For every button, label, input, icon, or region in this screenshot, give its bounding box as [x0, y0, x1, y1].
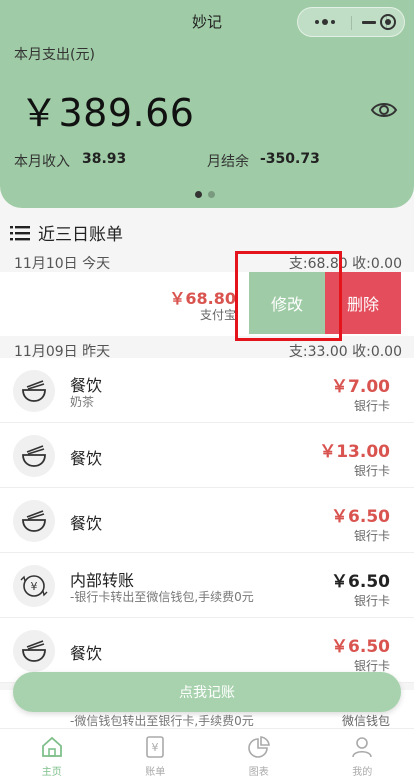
- eye-icon[interactable]: [370, 96, 398, 124]
- item-amount: ￥7.00: [331, 372, 390, 397]
- transfer-icon: ¥: [13, 565, 55, 607]
- bill-icon: ¥: [143, 735, 167, 759]
- item-note: -微信钱包转出至银行卡,手续费0元: [70, 712, 254, 729]
- svg-text:¥: ¥: [31, 580, 38, 593]
- item-account: 银行卡: [354, 592, 390, 609]
- page-indicator: [195, 191, 215, 198]
- tab-bills[interactable]: ¥ 账单: [104, 729, 208, 781]
- item-amount: ￥6.50: [331, 632, 390, 657]
- list-item[interactable]: 餐饮 ￥6.50 银行卡: [0, 488, 414, 553]
- svg-text:¥: ¥: [152, 741, 159, 754]
- income-label: 本月收入: [14, 151, 70, 171]
- bowl-icon: [13, 500, 55, 542]
- tab-charts[interactable]: 图表: [207, 729, 311, 781]
- month-expense-amount: ￥389.66: [20, 82, 194, 137]
- income-value: 38.93: [82, 151, 126, 167]
- balance-label: 月结余: [207, 151, 249, 171]
- item-title: 餐饮: [70, 445, 102, 469]
- summary-header: 妙记 本月支出(元) ￥389.66 本月收入 38.93 月结余 -350.7…: [0, 0, 414, 208]
- item-note: 奶茶: [70, 393, 94, 410]
- item-title: 餐饮: [70, 510, 102, 534]
- item-account: 银行卡: [354, 462, 390, 479]
- tab-home[interactable]: 主页: [0, 729, 104, 781]
- tab-label: 图表: [207, 763, 311, 778]
- tab-profile[interactable]: 我的: [311, 729, 414, 781]
- bowl-icon: [13, 630, 55, 672]
- item-account: 银行卡: [354, 397, 390, 414]
- section-title: 近三日账单: [38, 220, 123, 245]
- tab-bar: 主页 ¥ 账单 图表 我的: [0, 728, 414, 781]
- more-icon[interactable]: [310, 8, 340, 36]
- user-icon: [350, 735, 374, 759]
- transaction-list: 餐饮 奶茶 ￥7.00 银行卡 餐饮 ￥13.00 银行卡 餐饮 ￥6.50 银…: [0, 358, 414, 683]
- item-amount: ￥13.00: [319, 437, 390, 462]
- list-item[interactable]: ¥ 内部转账 -银行卡转出至微信钱包,手续费0元 ￥6.50 银行卡: [0, 553, 414, 618]
- bowl-icon: [13, 435, 55, 477]
- tab-label: 账单: [104, 763, 208, 778]
- item-account: 银行卡: [354, 527, 390, 544]
- list-item[interactable]: 餐饮 ￥13.00 银行卡: [0, 423, 414, 488]
- chart-icon: [247, 735, 271, 759]
- item-note: -银行卡转出至微信钱包,手续费0元: [70, 588, 254, 605]
- section-header: 近三日账单: [10, 220, 123, 245]
- record-button[interactable]: 点我记账: [13, 672, 401, 712]
- bowl-icon: [13, 370, 55, 412]
- minimize-icon[interactable]: [358, 8, 380, 36]
- day-date: 11月10日 今天: [14, 253, 110, 273]
- close-target-icon[interactable]: [380, 14, 396, 30]
- home-icon: [40, 735, 64, 759]
- capsule-divider: [351, 16, 352, 30]
- list-item[interactable]: 餐饮 奶茶 ￥7.00 银行卡: [0, 358, 414, 423]
- item-title: 餐饮: [70, 640, 102, 664]
- list-icon: [10, 225, 30, 241]
- mini-program-capsule[interactable]: [297, 7, 405, 37]
- highlight-box: [235, 251, 342, 341]
- item-amount: ￥6.50: [331, 567, 390, 592]
- item-amount: ￥6.50: [331, 502, 390, 527]
- month-expense-label: 本月支出(元): [14, 44, 95, 64]
- tab-label: 我的: [311, 763, 414, 778]
- balance-value: -350.73: [260, 151, 320, 167]
- transaction-account: 支付宝: [200, 306, 236, 323]
- item-account: 微信钱包: [342, 712, 390, 729]
- tab-label: 主页: [0, 763, 104, 778]
